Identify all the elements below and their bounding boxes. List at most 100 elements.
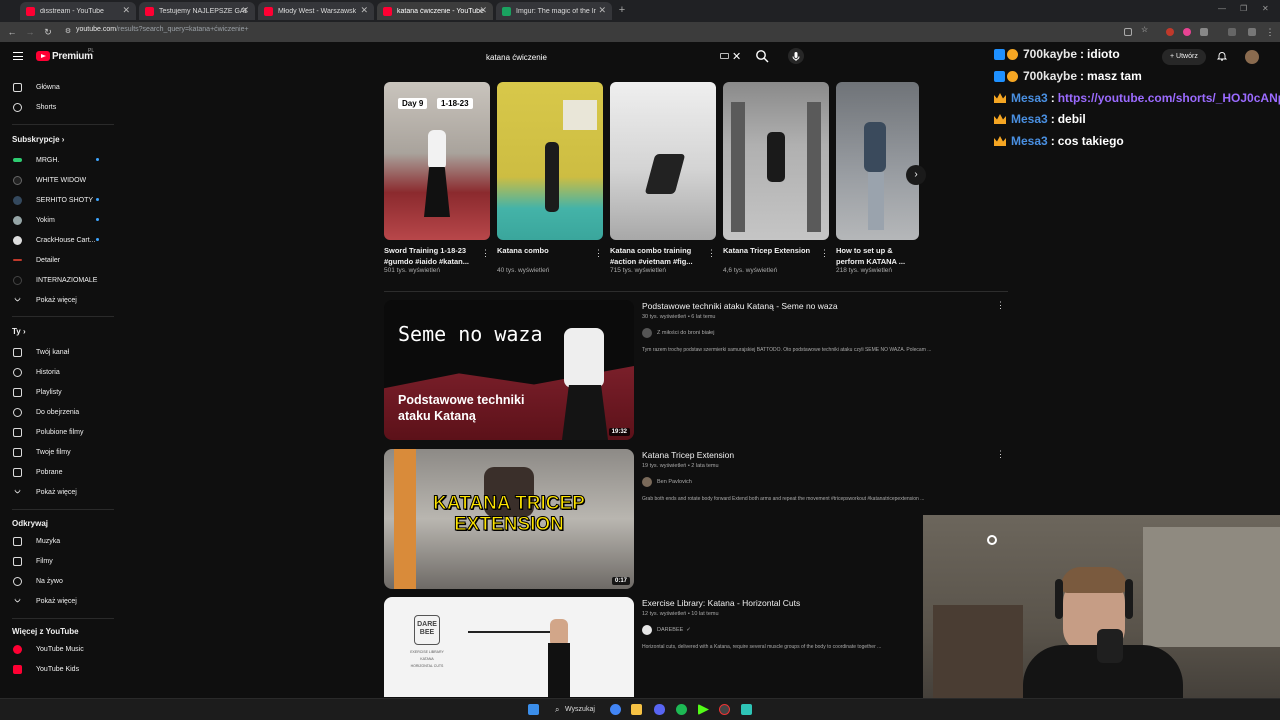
browser-tab[interactable]: Imgur: The magic of the Intern ✕ [496, 2, 612, 20]
close-tab-icon[interactable]: ✕ [360, 5, 368, 16]
subscriptions-heading[interactable]: Subskrypcje › [12, 135, 64, 144]
video-title[interactable]: Podstawowe techniki ataku Kataną - Seme … [642, 301, 838, 311]
you-heading[interactable]: Ty › [12, 327, 26, 336]
short-card[interactable]: Katana combo training #action #vietnam #… [610, 82, 716, 274]
browser-tab[interactable]: Młody West - Warszawski s ✕ [258, 2, 374, 20]
video-result[interactable]: Seme no waza Podstawowe techniki ataku K… [384, 300, 1008, 442]
video-result[interactable]: KATANA TRICEP EXTENSION 0:17 Katana Tric… [384, 449, 1008, 591]
sidebar-item-subscription[interactable]: CrackHouse Cart... [0, 231, 118, 249]
video-title[interactable]: Exercise Library: Katana - Horizontal Cu… [642, 598, 800, 608]
browser-tab-active[interactable]: katana ćwiczenie - YouTube ✕ [377, 2, 493, 20]
video-thumbnail[interactable]: KATANA TRICEP EXTENSION 0:17 [384, 449, 634, 589]
video-title[interactable]: Katana Tricep Extension [642, 450, 734, 460]
show-more-button[interactable]: Pokaż więcej [0, 483, 118, 501]
keyboard-icon[interactable] [720, 53, 729, 59]
microphone-icon[interactable] [788, 48, 804, 64]
cast-icon[interactable] [1124, 28, 1132, 36]
more-options-icon[interactable]: ⋮ [996, 449, 1005, 460]
kick-icon[interactable] [698, 704, 709, 715]
short-card[interactable]: Katana combo 40 tys. wyświetleń ⋮ [497, 82, 603, 274]
clear-search-icon[interactable]: ✕ [732, 50, 741, 63]
channel-link[interactable]: Z miłości do broni białej [642, 328, 714, 338]
sidebar-item-subscription[interactable]: WHITE WIDOW [0, 171, 118, 189]
browser-tab[interactable]: Testujemy NAJLEPSZE GADŻETY ✕ [139, 2, 255, 20]
create-button[interactable]: + Utwórz [1162, 49, 1206, 65]
channel-link[interactable]: Ben Pavlovich [642, 477, 692, 487]
browser-menu-icon[interactable]: ⋮ [1264, 26, 1276, 38]
sidebar-item-music[interactable]: Muzyka [0, 532, 118, 550]
short-title[interactable]: How to set up & perform KATANA ... [836, 245, 919, 267]
sidebar-item-subscription[interactable]: SERHITO SHOTY [0, 191, 118, 209]
spotify-icon[interactable] [676, 704, 687, 715]
youtube-logo-icon[interactable] [36, 51, 50, 61]
video-thumbnail[interactable]: DARE BEE EXERCISE LIBRARY KATANA HORIZON… [384, 597, 634, 697]
show-more-button[interactable]: Pokaż więcej [0, 592, 118, 610]
extension-icon[interactable] [1166, 28, 1174, 36]
sidebar-item-subscription[interactable]: INTERNAZIOMALE [0, 271, 118, 289]
windows-start-icon[interactable] [528, 704, 539, 715]
sidebar-item-youtube-music[interactable]: YouTube Music [0, 640, 118, 658]
discord-icon[interactable] [654, 704, 665, 715]
sidebar-item-subscription[interactable]: MRGH. [0, 151, 118, 169]
chrome-icon[interactable] [610, 704, 621, 715]
account-avatar[interactable] [1245, 50, 1259, 64]
video-result[interactable]: DARE BEE EXERCISE LIBRARY KATANA HORIZON… [384, 597, 1008, 697]
file-explorer-icon[interactable] [631, 704, 642, 715]
short-title[interactable]: Katana combo training #action #vietnam #… [610, 245, 716, 267]
chevron-right-icon[interactable]: › [906, 165, 926, 185]
notepad-icon[interactable] [741, 704, 752, 715]
site-info-icon[interactable]: ⚙ [62, 26, 74, 38]
profile-icon[interactable] [1248, 28, 1256, 36]
short-thumbnail[interactable] [610, 82, 716, 240]
minimize-icon[interactable]: — [1218, 4, 1226, 13]
search-input[interactable] [478, 48, 718, 66]
close-tab-icon[interactable]: ✕ [479, 5, 487, 16]
sidebar-item-your-videos[interactable]: Twoje filmy [0, 443, 118, 461]
bookmark-star-icon[interactable]: ☆ [1141, 25, 1149, 34]
close-tab-icon[interactable]: ✕ [241, 5, 249, 16]
notifications-bell-icon[interactable] [1217, 51, 1227, 61]
brand-label[interactable]: Premium [52, 51, 93, 62]
back-icon[interactable]: ← [6, 26, 18, 38]
sidebar-item-your-channel[interactable]: Twój kanał [0, 343, 118, 361]
video-thumbnail[interactable]: Seme no waza Podstawowe techniki ataku K… [384, 300, 634, 440]
more-options-icon[interactable]: ⋮ [996, 300, 1005, 311]
obs-icon[interactable] [719, 704, 730, 715]
extensions-puzzle-icon[interactable] [1228, 28, 1236, 36]
sidebar-item-watch-later[interactable]: Do obejrzenia [0, 403, 118, 421]
sidebar-item-subscription[interactable]: Yokim [0, 211, 118, 229]
sidebar-item-live[interactable]: Na żywo [0, 572, 118, 590]
close-tab-icon[interactable]: ✕ [598, 5, 606, 16]
short-thumbnail[interactable] [497, 82, 603, 240]
more-options-icon[interactable]: ⋮ [707, 248, 716, 259]
show-more-button[interactable]: Pokaż więcej [0, 291, 118, 309]
sidebar-item-shorts[interactable]: Shorts [0, 98, 118, 116]
browser-tab[interactable]: disstream - YouTube ✕ [20, 2, 136, 20]
sidebar-item-subscription[interactable]: Detailer [0, 251, 118, 269]
close-window-icon[interactable]: ✕ [1262, 4, 1269, 13]
new-tab-icon[interactable]: + [616, 4, 628, 16]
menu-icon[interactable] [13, 52, 23, 60]
short-thumbnail[interactable] [836, 82, 919, 240]
reload-icon[interactable]: ↻ [42, 26, 54, 38]
sidebar-item-downloads[interactable]: Pobrane [0, 463, 118, 481]
sidebar-item-playlists[interactable]: Playlisty [0, 383, 118, 401]
sidebar-item-history[interactable]: Historia [0, 363, 118, 381]
close-tab-icon[interactable]: ✕ [122, 5, 130, 16]
short-title[interactable]: Katana combo [497, 245, 603, 267]
channel-link[interactable]: DAREBEE ✓ [642, 625, 691, 635]
sidebar-item-liked-videos[interactable]: Polubione filmy [0, 423, 118, 441]
more-options-icon[interactable]: ⋮ [594, 248, 603, 259]
short-thumbnail[interactable]: Day 9 1-18-23 [384, 82, 490, 240]
url-field[interactable]: youtube.com/results?search_query=katana+… [76, 26, 249, 33]
short-title[interactable]: Sword Training 1-18-23 #gumdo #iaido #ka… [384, 245, 490, 267]
extension-icon[interactable] [1200, 28, 1208, 36]
extension-icon[interactable] [1183, 28, 1191, 36]
more-options-icon[interactable]: ⋮ [481, 248, 490, 259]
short-card[interactable]: Katana Tricep Extension 4,6 tys. wyświet… [723, 82, 829, 274]
short-title[interactable]: Katana Tricep Extension [723, 245, 829, 267]
short-card[interactable]: Day 9 1-18-23 Sword Training 1-18-23 #gu… [384, 82, 490, 274]
taskbar-search[interactable]: ⌕ Wyszukaj [555, 703, 595, 716]
more-options-icon[interactable]: ⋮ [820, 248, 829, 259]
restore-icon[interactable]: ❐ [1240, 4, 1247, 13]
